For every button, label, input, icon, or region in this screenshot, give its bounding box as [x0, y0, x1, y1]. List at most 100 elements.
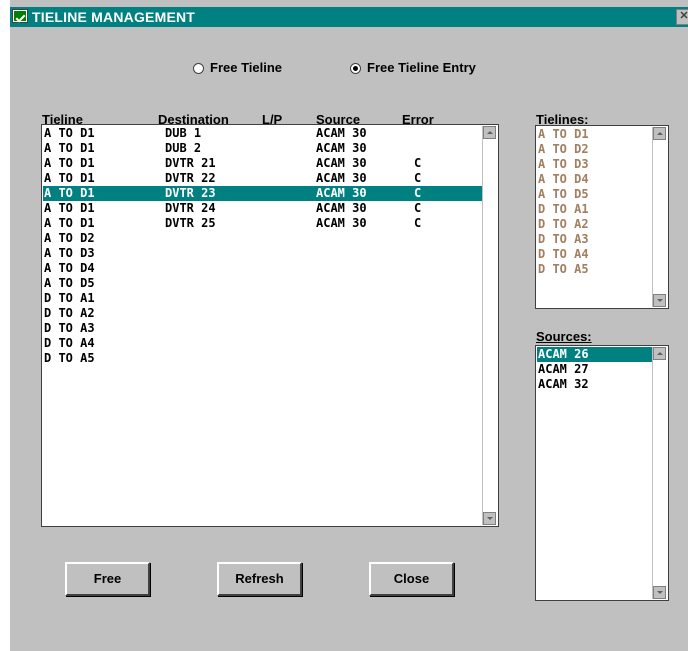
close-icon[interactable]: ✕ [676, 9, 688, 25]
table-row[interactable]: A TO D1 DVTR 23 ACAM 30 C [43, 186, 482, 201]
list-item[interactable]: A TO D4 [537, 172, 652, 187]
title-bar[interactable]: TIELINE MANAGEMENT ✕ [10, 7, 688, 27]
list-item[interactable]: ACAM 27 [537, 362, 652, 377]
cell-error: C [414, 201, 422, 215]
table-row[interactable]: A TO D1 DVTR 24 ACAM 30 C [43, 201, 482, 216]
cell-source: ACAM 30 [316, 156, 367, 170]
cell-tieline: D TO A4 [44, 336, 95, 350]
scroll-up-icon[interactable] [653, 127, 666, 140]
cell-destination: DVTR 22 [165, 171, 216, 185]
table-row[interactable]: A TO D2 [43, 231, 482, 246]
table-row[interactable]: D TO A3 [43, 321, 482, 336]
table-row[interactable]: D TO A2 [43, 306, 482, 321]
tielines-listbox[interactable]: A TO D1 A TO D2 A TO D3 A TO D4 A TO D5 D TO … [535, 125, 669, 309]
list-item-label: A TO D3 [538, 157, 589, 171]
sources-scrollbar[interactable] [652, 347, 667, 599]
refresh-button[interactable]: Refresh [217, 562, 302, 596]
cell-error: C [414, 216, 422, 230]
free-button[interactable]: Free [65, 562, 150, 596]
list-item[interactable]: A TO D2 [537, 142, 652, 157]
table-row[interactable]: A TO D1 DVTR 21 ACAM 30 C [43, 156, 482, 171]
list-item[interactable]: A TO D1 [537, 127, 652, 142]
cell-source: ACAM 30 [316, 126, 367, 140]
list-item-label: A TO D1 [538, 127, 589, 141]
cell-tieline: D TO A2 [44, 306, 95, 320]
scroll-up-icon[interactable] [483, 126, 496, 139]
cell-source: ACAM 30 [316, 171, 367, 185]
list-item[interactable]: D TO A1 [537, 202, 652, 217]
scroll-down-icon[interactable] [653, 586, 666, 599]
table-row[interactable]: D TO A5 [43, 351, 482, 366]
radio-free-tieline-label: Free Tieline [210, 60, 283, 75]
table-row[interactable]: D TO A1 [43, 291, 482, 306]
cell-destination: DVTR 23 [165, 186, 216, 200]
tieline-list[interactable]: A TO D1 DUB 1 ACAM 30 A TO D1 DUB 2 ACAM 30 A … [41, 124, 499, 527]
window-title: TIELINE MANAGEMENT [32, 9, 196, 25]
cell-error: C [414, 186, 422, 200]
cell-tieline: D TO A1 [44, 291, 95, 305]
list-item[interactable]: D TO A3 [537, 232, 652, 247]
table-row[interactable]: A TO D5 [43, 276, 482, 291]
cell-error: C [414, 156, 422, 170]
tielines-rows: A TO D1 A TO D2 A TO D3 A TO D4 A TO D5 D TO … [537, 127, 652, 277]
sources-label: Sources: [536, 329, 592, 344]
sources-rows: ACAM 26 ACAM 27 ACAM 32 [537, 347, 652, 392]
tieline-list-rows: A TO D1 DUB 1 ACAM 30 A TO D1 DUB 2 ACAM 30 A … [43, 126, 482, 366]
cell-error: C [414, 171, 422, 185]
list-item-label: A TO D4 [538, 172, 589, 186]
list-item-label: D TO A1 [538, 202, 589, 216]
cell-source: ACAM 30 [316, 201, 367, 215]
cell-tieline: A TO D3 [44, 246, 95, 260]
list-item[interactable]: A TO D3 [537, 157, 652, 172]
cell-destination: DVTR 21 [165, 156, 216, 170]
cell-tieline: A TO D1 [44, 186, 95, 200]
tieline-management-window: TIELINE MANAGEMENT ✕ Free Tieline Free T… [10, 0, 688, 651]
table-row[interactable]: A TO D1 DVTR 22 ACAM 30 C [43, 171, 482, 186]
cell-destination: DVTR 25 [165, 216, 216, 230]
list-item-label: ACAM 26 [538, 347, 589, 361]
radio-circle[interactable] [193, 63, 204, 74]
list-item-label: A TO D2 [538, 142, 589, 156]
list-item[interactable]: D TO A2 [537, 217, 652, 232]
list-item[interactable]: ACAM 26 [537, 347, 652, 362]
list-item-label: D TO A3 [538, 232, 589, 246]
cell-destination: DVTR 24 [165, 201, 216, 215]
cell-tieline: D TO A3 [44, 321, 95, 335]
cell-tieline: A TO D1 [44, 141, 95, 155]
cell-tieline: A TO D1 [44, 156, 95, 170]
scroll-down-icon[interactable] [653, 294, 666, 307]
cell-tieline: A TO D1 [44, 171, 95, 185]
cell-source: ACAM 30 [316, 186, 367, 200]
list-item-label: ACAM 27 [538, 362, 589, 376]
cell-destination: DUB 2 [165, 141, 202, 155]
list-item[interactable]: ACAM 32 [537, 377, 652, 392]
cell-tieline: D TO A5 [44, 351, 95, 365]
list-item[interactable]: D TO A5 [537, 262, 652, 277]
list-item-label: A TO D5 [538, 187, 589, 201]
scroll-up-icon[interactable] [653, 347, 666, 360]
close-button[interactable]: Close [369, 562, 454, 596]
list-item[interactable]: D TO A4 [537, 247, 652, 262]
table-row[interactable]: A TO D1 DUB 1 ACAM 30 [43, 126, 482, 141]
table-row[interactable]: A TO D4 [43, 261, 482, 276]
scroll-down-icon[interactable] [483, 512, 496, 525]
sources-listbox[interactable]: ACAM 26 ACAM 27 ACAM 32 [535, 345, 669, 601]
tielines-scrollbar[interactable] [652, 127, 667, 307]
radio-free-tieline-entry-label: Free Tieline Entry [367, 60, 476, 75]
list-item-label: D TO A4 [538, 247, 589, 261]
cell-tieline: A TO D5 [44, 276, 95, 290]
table-row[interactable]: A TO D1 DUB 2 ACAM 30 [43, 141, 482, 156]
cell-source: ACAM 30 [316, 141, 367, 155]
cell-source: ACAM 30 [316, 216, 367, 230]
radio-circle[interactable] [350, 63, 361, 74]
tieline-list-scrollbar[interactable] [482, 126, 497, 525]
list-item-label: D TO A2 [538, 217, 589, 231]
cell-tieline: A TO D1 [44, 216, 95, 230]
cell-destination: DUB 1 [165, 126, 202, 140]
cell-tieline: A TO D4 [44, 261, 95, 275]
table-row[interactable]: A TO D1 DVTR 25 ACAM 30 C [43, 216, 482, 231]
table-row[interactable]: A TO D3 [43, 246, 482, 261]
list-item-label: D TO A5 [538, 262, 589, 276]
table-row[interactable]: D TO A4 [43, 336, 482, 351]
list-item[interactable]: A TO D5 [537, 187, 652, 202]
